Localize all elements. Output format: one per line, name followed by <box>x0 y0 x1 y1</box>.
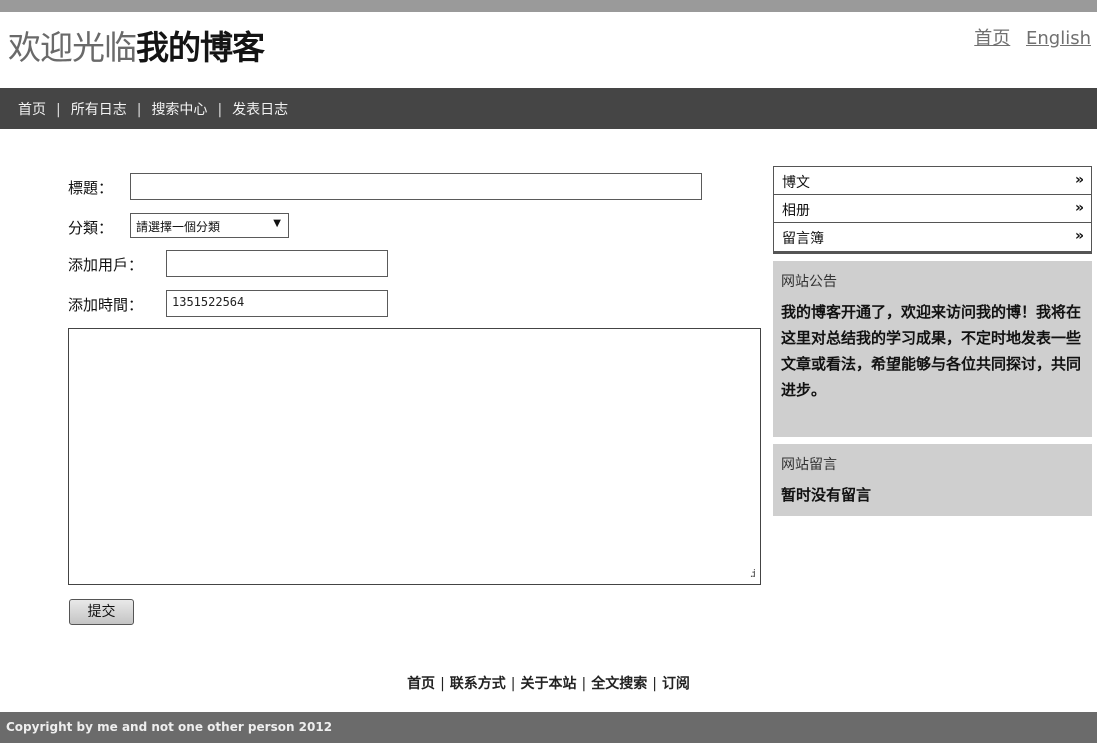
site-notice-box: 网站公告 我的博客开通了，欢迎来访问我的博！我将在这里对总结我的学习成果，不定时… <box>773 261 1092 437</box>
nav-item-all-posts[interactable]: 所有日志 <box>71 102 127 118</box>
user-label: 添加用戶： <box>68 256 144 274</box>
category-label: 分類： <box>68 219 114 237</box>
nav-items: 首页 | 所有日志 | 搜索中心 | 发表日志 <box>18 99 288 119</box>
copyright-bar: Copyright by me and not one other person… <box>0 712 1097 743</box>
user-input[interactable] <box>166 250 388 277</box>
content-textarea[interactable]: .:ⅰ <box>68 328 761 585</box>
site-notice-title: 网站公告 <box>781 274 837 290</box>
sidebar-menu: 博文 » 相册 » 留言簿 » <box>773 166 1092 254</box>
title-label: 標題： <box>68 179 114 197</box>
dropdown-arrow-icon: ▼ <box>273 218 281 229</box>
title-input[interactable] <box>130 173 702 200</box>
site-title: 欢迎光临我的博客 <box>8 26 265 70</box>
main-nav: 首页 | 所有日志 | 搜索中心 | 发表日志 <box>0 88 1097 129</box>
nav-separator: | <box>56 102 61 118</box>
site-message-body: 暂时没有留言 <box>781 486 872 504</box>
category-select[interactable]: 請選擇一個分類 ▼ <box>130 213 289 238</box>
resize-grip-icon[interactable]: .:ⅰ <box>750 567 756 580</box>
site-notice-body: 我的博客开通了，欢迎来访问我的博！我将在这里对总结我的学习成果，不定时地发表一些… <box>781 303 1082 399</box>
sidebar-item-guestbook[interactable]: 留言簿 » <box>774 223 1091 251</box>
sidebar-item-label: 博文 <box>782 175 810 191</box>
sidebar-item-posts[interactable]: 博文 » <box>774 167 1091 195</box>
footer-link-fulltext-search[interactable]: 全文搜索 <box>591 676 647 692</box>
top-strip <box>0 0 1097 12</box>
footer-links: 首页 | 联系方式 | 关于本站 | 全文搜索 | 订阅 <box>0 673 1097 693</box>
site-message-box: 网站留言 暂时没有留言 <box>773 444 1092 516</box>
nav-item-search[interactable]: 搜索中心 <box>151 102 207 118</box>
nav-separator: | <box>136 102 142 118</box>
copyright-text: Copyright by me and not one other person… <box>6 720 333 734</box>
home-link[interactable]: 首页 <box>974 28 1010 49</box>
site-title-welcome: 欢迎光临 <box>8 28 137 67</box>
footer-separator: | <box>510 676 516 692</box>
time-label: 添加時間： <box>68 296 144 314</box>
chevron-right-icon: » <box>1074 228 1084 244</box>
category-selected-value: 請選擇一個分類 <box>136 220 221 234</box>
nav-separator: | <box>217 102 223 118</box>
chevron-right-icon: » <box>1074 200 1084 216</box>
nav-item-new-post[interactable]: 发表日志 <box>232 102 288 118</box>
time-input[interactable]: 1351522564 <box>166 290 388 317</box>
site-message-title: 网站留言 <box>781 457 837 473</box>
nav-item-home[interactable]: 首页 <box>18 102 46 118</box>
footer-separator: | <box>440 676 445 692</box>
site-title-blog: 我的博客 <box>136 28 265 67</box>
submit-button[interactable]: 提交 <box>69 599 134 625</box>
footer-separator: | <box>652 676 657 692</box>
top-links: 首页 English <box>964 24 1091 50</box>
footer-link-about[interactable]: 关于本站 <box>521 676 577 692</box>
footer-separator: | <box>581 676 587 692</box>
footer-link-home[interactable]: 首页 <box>407 676 435 692</box>
footer-link-subscribe[interactable]: 订阅 <box>662 676 690 692</box>
footer-link-contact[interactable]: 联系方式 <box>450 676 506 692</box>
chevron-right-icon: » <box>1074 172 1084 188</box>
sidebar-item-label: 留言簿 <box>782 231 824 247</box>
english-link[interactable]: English <box>1026 28 1091 49</box>
sidebar-item-albums[interactable]: 相册 » <box>774 195 1091 223</box>
sidebar-item-label: 相册 <box>782 203 810 219</box>
